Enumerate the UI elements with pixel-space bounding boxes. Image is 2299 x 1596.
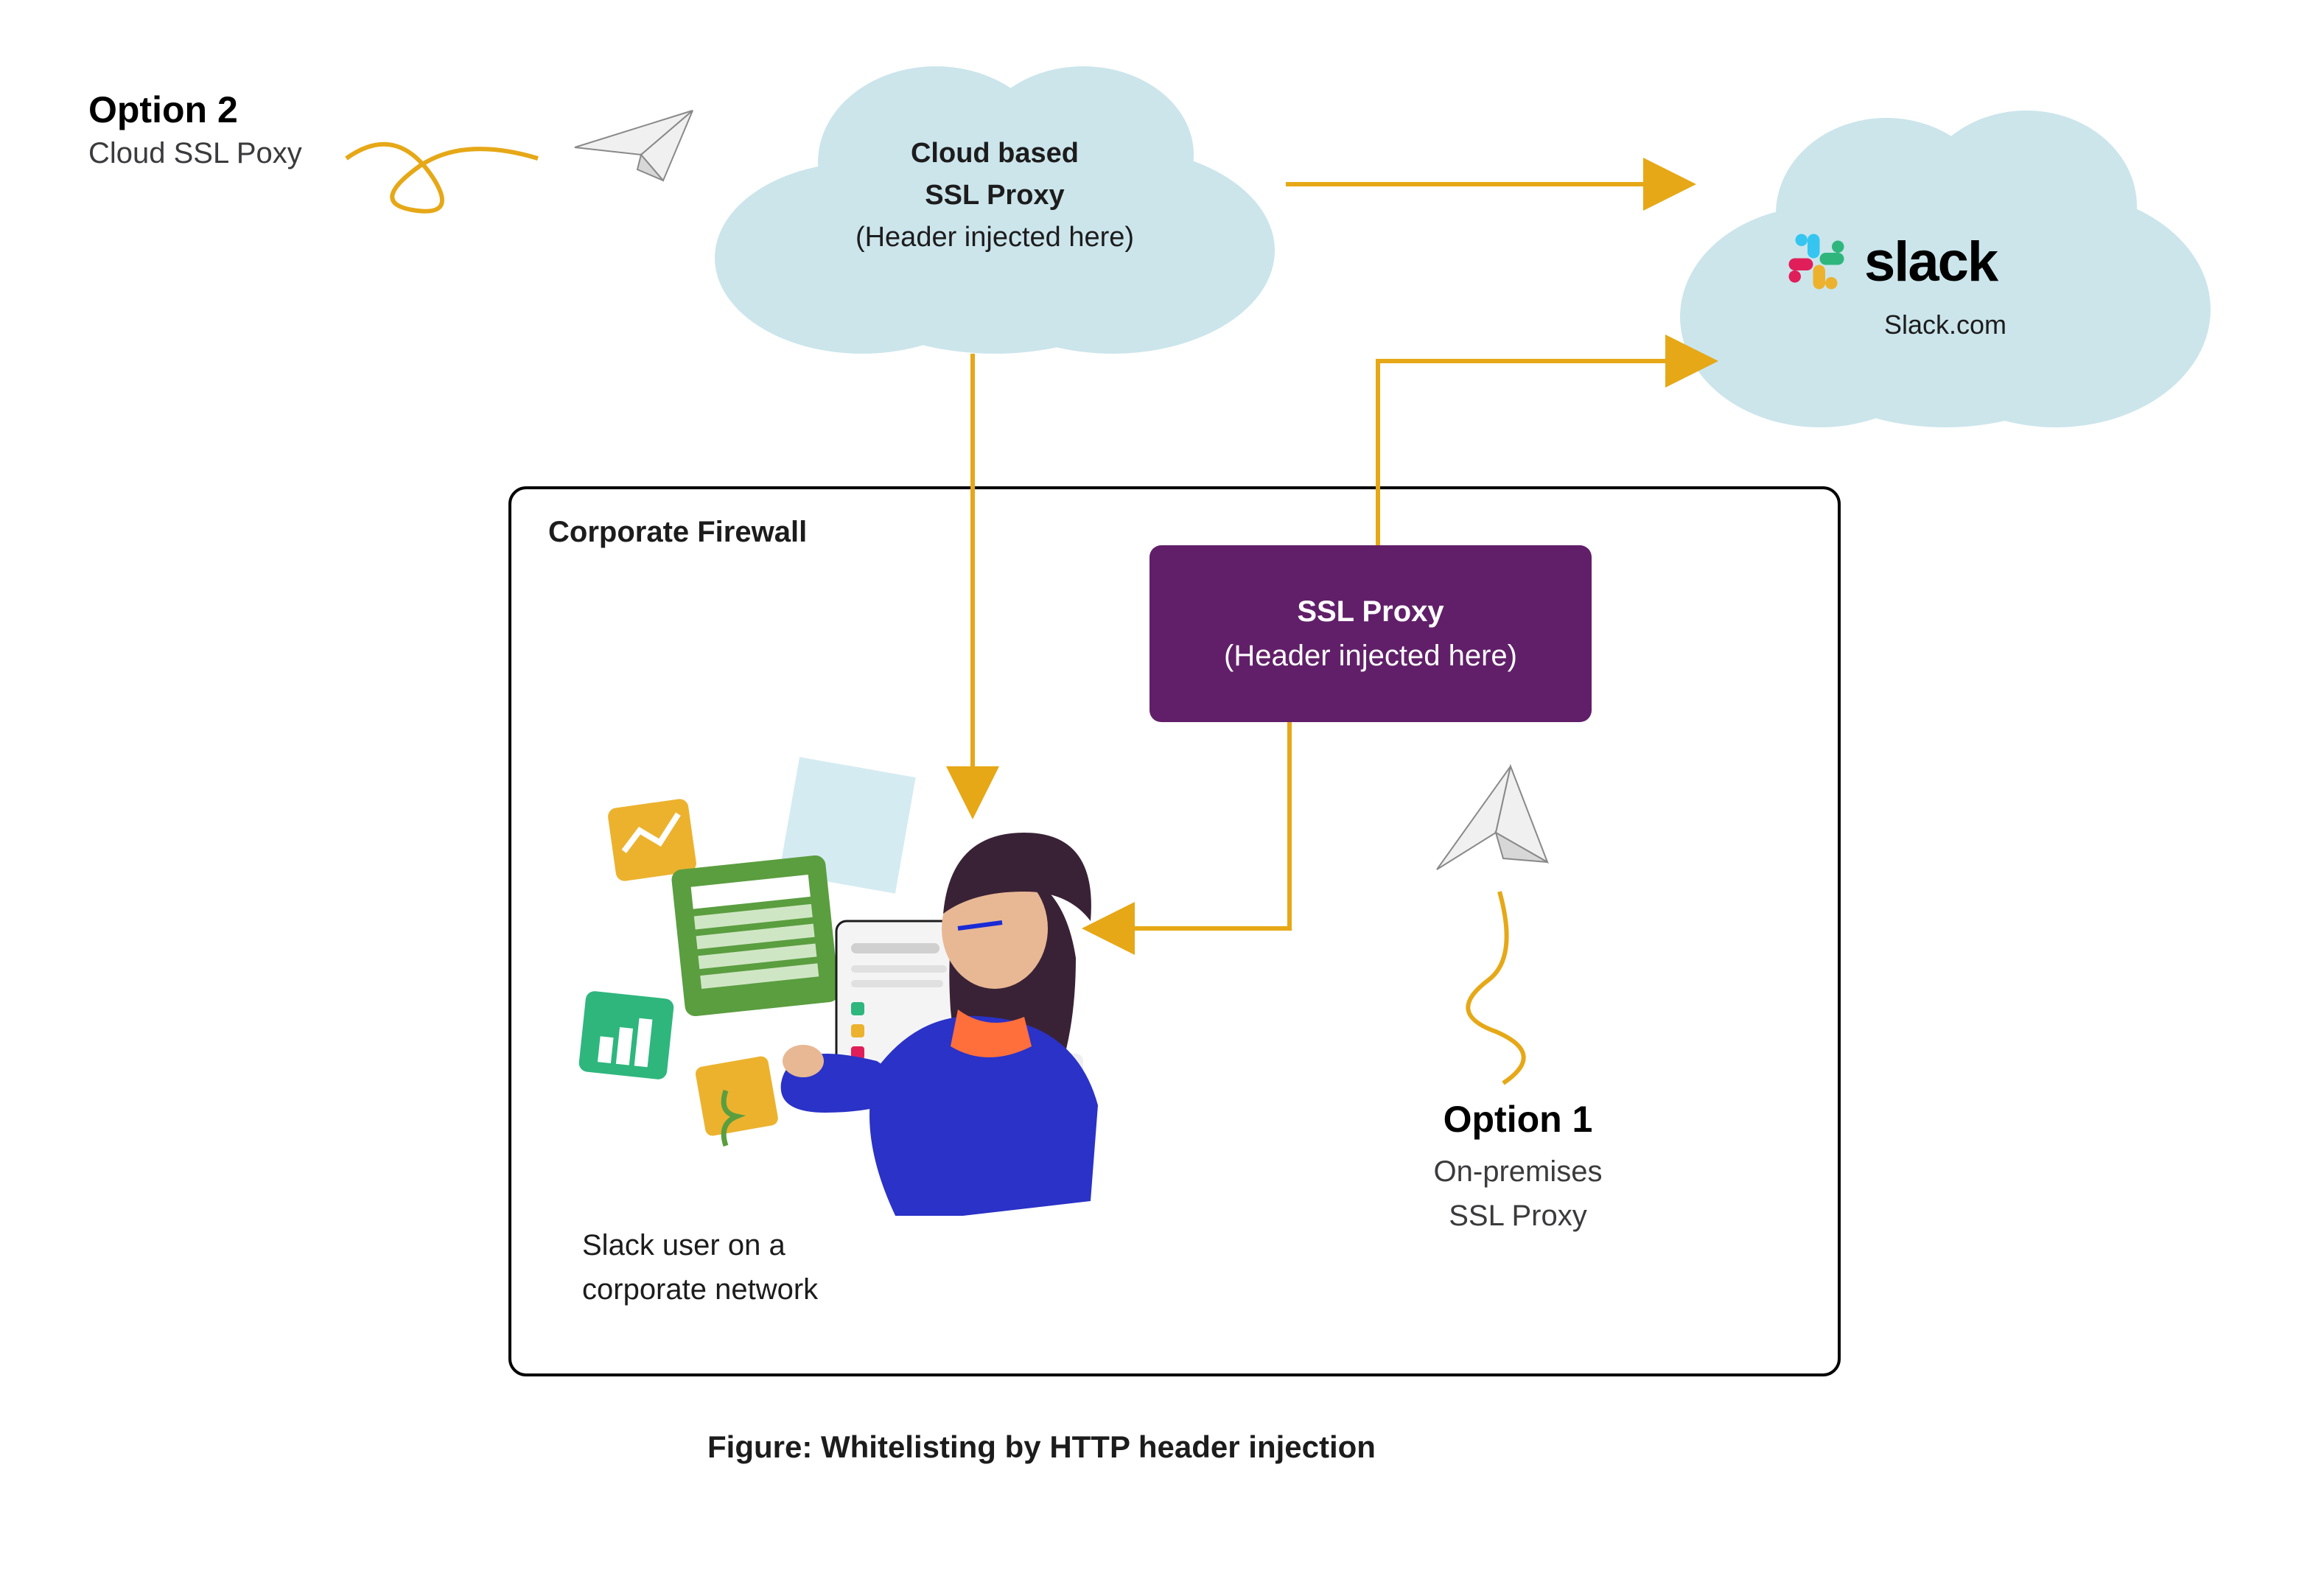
user-illustration <box>560 744 1150 1216</box>
slack-logo-icon <box>1783 228 1850 295</box>
cloud-proxy-line2: SSL Proxy <box>715 175 1275 217</box>
user-caption-line2: corporate network <box>582 1267 818 1312</box>
slack-brand-text: slack <box>1864 230 1997 294</box>
paper-plane-icon <box>1422 759 1562 877</box>
option-1-block: Option 1 On-premises SSL Proxy <box>1378 1098 1658 1238</box>
cloud-ssl-proxy: Cloud based SSL Proxy (Header injected h… <box>715 44 1275 354</box>
slack-cloud: slack Slack.com <box>1680 88 2211 427</box>
slack-domain-text: Slack.com <box>1680 309 2211 340</box>
user-caption-line1: Slack user on a <box>582 1223 818 1267</box>
option-1-title: Option 1 <box>1378 1098 1658 1141</box>
option-1-sub1: On-premises <box>1378 1149 1658 1194</box>
figure-caption: Figure: Whitelisting by HTTP header inje… <box>707 1429 1376 1465</box>
cloud-proxy-line3: (Header injected here) <box>715 217 1275 259</box>
ssl-proxy-line1: SSL Proxy <box>1297 589 1444 634</box>
option-1-sub2: SSL Proxy <box>1378 1194 1658 1238</box>
corporate-firewall-title: Corporate Firewall <box>548 516 807 549</box>
option-2-subtitle: Cloud SSL Poxy <box>88 131 368 175</box>
paper-plane-icon <box>567 96 700 192</box>
cloud-proxy-line1: Cloud based <box>715 133 1275 175</box>
cloud-ssl-proxy-text: Cloud based SSL Proxy (Header injected h… <box>715 133 1275 259</box>
diagram-canvas: Option 2 Cloud SSL Poxy Cloud based SSL … <box>0 0 2299 1596</box>
user-caption: Slack user on a corporate network <box>582 1223 818 1312</box>
option-2-title: Option 2 <box>88 88 368 131</box>
ssl-proxy-line2: (Header injected here) <box>1224 634 1517 678</box>
option-2-block: Option 2 Cloud SSL Poxy <box>88 88 368 175</box>
ssl-proxy-box: SSL Proxy (Header injected here) <box>1150 545 1592 722</box>
slack-logo-block: slack <box>1783 228 1997 295</box>
